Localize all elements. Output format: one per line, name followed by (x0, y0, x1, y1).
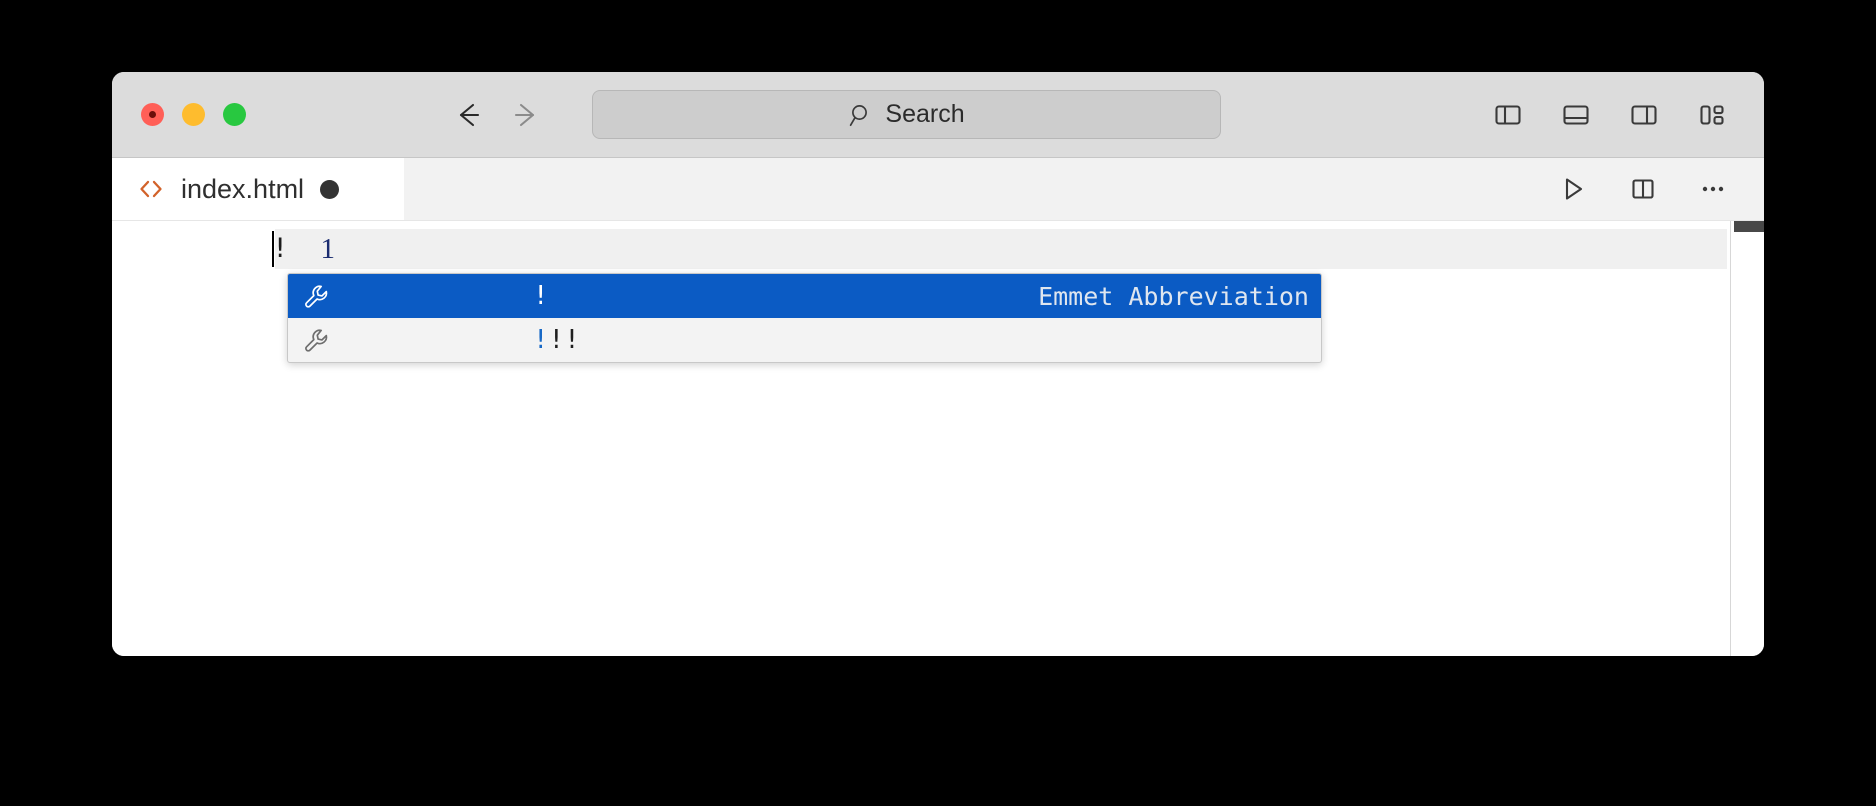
tab-bar: index.html (112, 158, 1764, 221)
layout-sidebar-left-icon[interactable] (1490, 97, 1526, 133)
search-input[interactable]: Search (592, 90, 1221, 139)
ellipsis-icon[interactable] (1696, 172, 1730, 206)
overview-ruler-separator (1730, 221, 1731, 656)
code-editor[interactable]: 1 ! ! Emmet Abbreviation !!! (112, 221, 1764, 656)
traffic-lights (141, 103, 246, 126)
search-icon (848, 102, 874, 128)
line-number: 1 (320, 233, 336, 265)
dirty-dot-icon[interactable] (320, 179, 340, 199)
editor-scrollbar-thumb[interactable] (1734, 221, 1764, 232)
close-window-button[interactable] (141, 103, 164, 126)
search-placeholder: Search (885, 100, 965, 128)
play-icon[interactable] (1556, 172, 1590, 206)
wrench-icon (301, 325, 331, 355)
suggestion-detail: Emmet Abbreviation (1038, 281, 1309, 311)
html-file-icon (137, 175, 165, 203)
suggestion-widget[interactable]: ! Emmet Abbreviation !!! (287, 273, 1322, 363)
code-line-1: ! (272, 233, 289, 264)
split-editor-icon[interactable] (1626, 172, 1660, 206)
navigation-arrows (451, 98, 543, 132)
suggestion-label-match: ! (532, 325, 549, 355)
suggestion-label-rest: !! (548, 325, 580, 355)
editor-actions (1556, 158, 1730, 220)
maximize-window-button[interactable] (223, 103, 246, 126)
tab-label: index.html (181, 173, 305, 204)
tab-index-html[interactable]: index.html (112, 158, 404, 220)
minimize-window-button[interactable] (182, 103, 205, 126)
editor-window: Search index.html 1 ! ! Emmet Abbreviati… (112, 72, 1764, 656)
arrow-left-icon[interactable] (451, 98, 485, 132)
screen: Search index.html 1 ! ! Emmet Abbreviati… (0, 0, 1876, 806)
suggestion-label: !!! (345, 295, 580, 362)
text-cursor (272, 231, 274, 267)
title-bar: Search (112, 72, 1764, 158)
layout-panel-bottom-icon[interactable] (1558, 97, 1594, 133)
wrench-icon (301, 281, 331, 311)
layout-customize-icon[interactable] (1694, 97, 1730, 133)
layout-buttons (1490, 97, 1730, 133)
suggestion-item-emmet-2[interactable]: !!! (288, 318, 1321, 362)
layout-sidebar-right-icon[interactable] (1626, 97, 1662, 133)
arrow-right-icon[interactable] (509, 98, 543, 132)
current-line-highlight (275, 229, 1727, 269)
